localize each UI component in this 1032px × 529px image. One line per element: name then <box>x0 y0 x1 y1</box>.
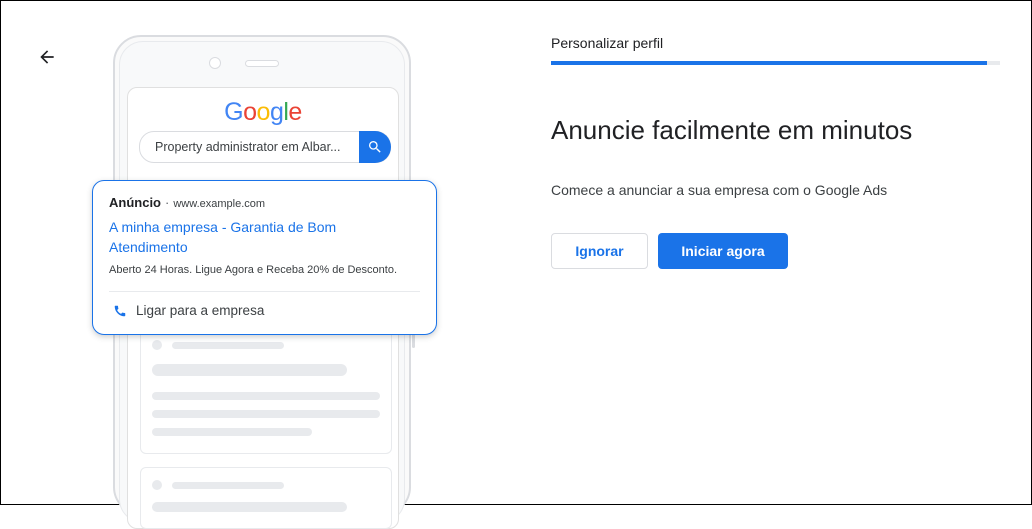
skeleton-result-1 <box>140 322 392 454</box>
search-query: Property administrator em Albar... <box>155 140 341 154</box>
ad-header: Anúncio · www.example.com <box>109 195 265 210</box>
ad-separator: · <box>165 195 170 210</box>
google-logo: Google <box>224 98 302 126</box>
ad-call-extension: Ligar para a empresa <box>113 303 264 318</box>
search-box: Property administrator em Albar... <box>139 131 391 163</box>
ad-divider <box>109 291 420 292</box>
phone-camera <box>209 57 221 69</box>
page-title: Anuncie facilmente em minutos <box>551 115 913 145</box>
ad-label: Anúncio <box>109 195 161 210</box>
arrow-left-icon <box>40 50 54 64</box>
progress-fill <box>551 61 987 65</box>
page-subtitle: Comece a anunciar a sua empresa com o Go… <box>551 182 888 198</box>
ad-preview-card: Anúncio · www.example.com A minha empresa … <box>92 180 437 335</box>
skip-button[interactable]: Ignorar <box>551 233 648 269</box>
ad-description: Aberto 24 Horas. Ligue Agora e Receba 20… <box>109 264 398 276</box>
back-button[interactable] <box>34 44 60 70</box>
ad-title: A minha empresa - Garantia de Bom Atendi… <box>109 219 337 255</box>
phone-speaker <box>245 60 279 67</box>
search-icon <box>369 141 381 153</box>
start-now-button[interactable]: Iniciar agora <box>658 233 788 269</box>
ad-call-label: Ligar para a empresa <box>136 303 265 318</box>
phone-icon <box>114 305 126 316</box>
ad-url: www.example.com <box>173 198 266 210</box>
search-button <box>359 131 391 163</box>
skeleton-result-2 <box>140 467 392 529</box>
step-label: Personalizar perfil <box>551 35 664 51</box>
progress-bar <box>551 61 1000 65</box>
